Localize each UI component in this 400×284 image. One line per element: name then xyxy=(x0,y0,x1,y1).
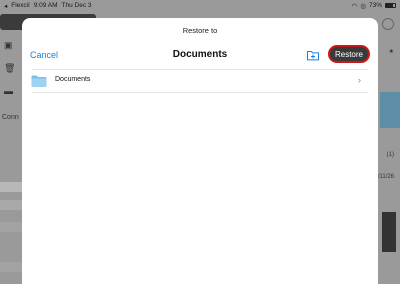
background-check-circle-icon xyxy=(382,18,394,30)
status-app-name[interactable]: Flexcil xyxy=(11,2,29,9)
restore-sheet: Restore to Cancel Documents Restore Docu… xyxy=(22,18,378,284)
restore-button[interactable]: Restore xyxy=(328,45,370,63)
background-left-icons: ▣ 🗑 ▬ xyxy=(4,40,15,96)
trash-icon: 🗑 xyxy=(4,63,16,73)
new-folder-icon xyxy=(307,51,319,61)
wifi-icon: ◠ xyxy=(351,2,358,10)
status-left: ◂ Flexcil 9:09 AM Thu Dec 3 xyxy=(4,2,92,10)
background-snippet: (1) xyxy=(386,152,394,158)
background-star-icon: ★ xyxy=(388,49,394,55)
status-date: Thu Dec 3 xyxy=(61,2,92,9)
battery-icon xyxy=(385,3,396,8)
divider xyxy=(32,92,368,93)
status-bar: ◂ Flexcil 9:09 AM Thu Dec 3 ◠ ◎ 73% xyxy=(0,0,400,11)
chevron-right-icon: › xyxy=(358,75,361,85)
nav-bar: Cancel Documents Restore xyxy=(22,44,378,68)
background-connect-label: Conn xyxy=(2,114,19,121)
document-icon: ▣ xyxy=(4,40,13,50)
background-list-row xyxy=(0,222,24,232)
status-time: 9:09 AM xyxy=(33,2,58,9)
battery-percent: 73% xyxy=(368,2,382,9)
orientation-lock-icon: ◎ xyxy=(360,2,366,10)
back-to-app-icon[interactable]: ◂ xyxy=(4,2,7,10)
background-list-row xyxy=(0,200,24,210)
folder-row-documents[interactable]: Documents › xyxy=(22,70,378,92)
folder-dark-icon: ▬ xyxy=(4,86,13,96)
background-thumbnail xyxy=(380,92,400,128)
folder-label: Documents xyxy=(55,76,91,83)
new-folder-button[interactable] xyxy=(306,48,320,62)
background-list-row xyxy=(0,182,24,192)
folder-icon xyxy=(31,75,47,87)
sheet-title: Restore to xyxy=(182,26,218,35)
nav-title: Documents xyxy=(172,49,228,60)
background-list-row xyxy=(0,262,24,272)
status-right: ◠ ◎ 73% xyxy=(352,2,396,10)
background-thumbnail xyxy=(382,212,396,252)
